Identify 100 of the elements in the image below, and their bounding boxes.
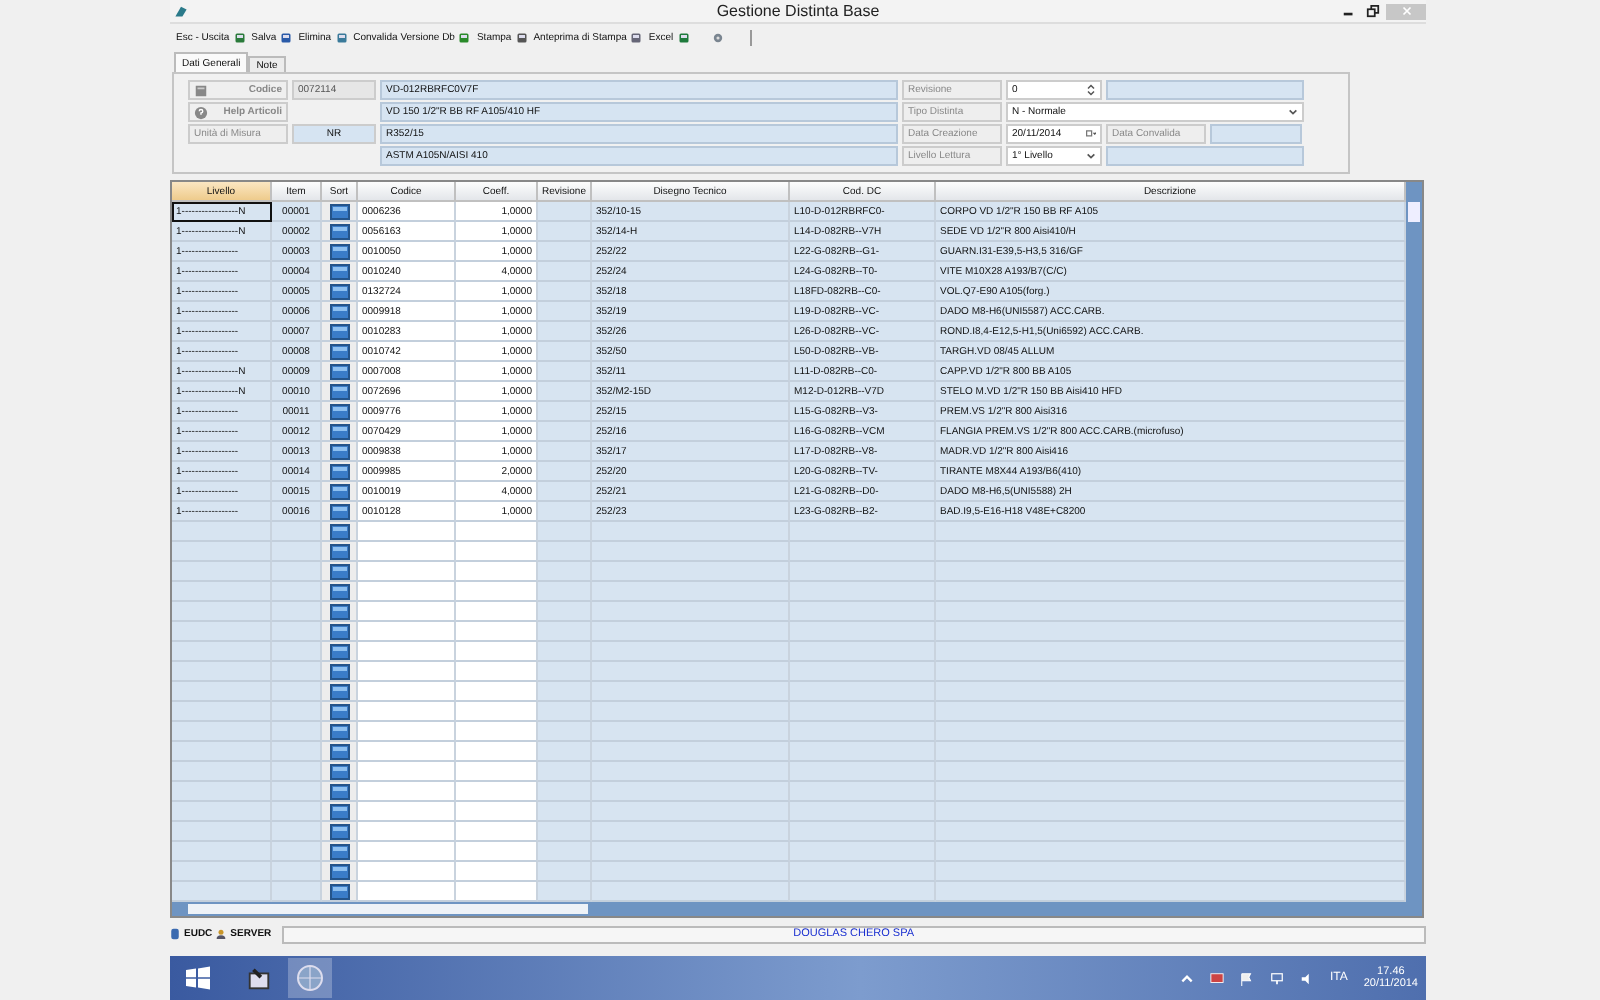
sort-icon[interactable] (329, 523, 349, 539)
sort-icon[interactable] (329, 803, 349, 819)
network-icon[interactable] (1269, 971, 1284, 985)
table-cell (538, 482, 592, 502)
table-cell (538, 382, 592, 402)
table-cell (538, 582, 592, 602)
monitor-icon[interactable] (1209, 971, 1224, 985)
toolbar-icon (677, 32, 690, 44)
sort-icon[interactable] (329, 483, 349, 499)
table-cell (456, 742, 538, 762)
table-cell (456, 862, 538, 882)
table-cell (172, 702, 272, 722)
horizontal-scrollbar[interactable] (172, 902, 1422, 916)
table-cell (456, 562, 538, 582)
table-cell (172, 562, 272, 582)
input-field[interactable] (1106, 80, 1304, 100)
input-field[interactable] (1210, 124, 1302, 144)
sort-icon[interactable] (329, 303, 349, 319)
sort-icon[interactable] (329, 703, 349, 719)
sort-icon[interactable] (329, 463, 349, 479)
sort-icon[interactable] (329, 283, 349, 299)
sort-icon[interactable] (329, 543, 349, 559)
table-cell (538, 682, 592, 702)
sort-icon[interactable] (329, 683, 349, 699)
table-cell (456, 802, 538, 822)
volume-icon[interactable] (1299, 971, 1314, 985)
sort-icon[interactable] (329, 263, 349, 279)
table-cell (172, 802, 272, 822)
table-cell (538, 322, 592, 342)
app-icon (174, 4, 188, 18)
spinner-arrows-icon (1086, 84, 1096, 96)
sort-icon[interactable] (329, 783, 349, 799)
sort-icon[interactable] (329, 203, 349, 219)
table-cell (538, 762, 592, 782)
table-cell (456, 622, 538, 642)
sort-icon[interactable] (329, 243, 349, 259)
table-cell (538, 222, 592, 242)
sort-icon[interactable] (329, 403, 349, 419)
table-cell (456, 842, 538, 862)
table-cell (172, 782, 272, 802)
toolbar-icon (280, 32, 293, 44)
toolbar-icon (233, 32, 246, 44)
sort-icon[interactable] (329, 323, 349, 339)
table-cell (456, 602, 538, 622)
sort-icon[interactable] (329, 363, 349, 379)
table-cell (172, 742, 272, 762)
table-cell (538, 442, 592, 462)
table-cell (538, 262, 592, 282)
table-cell (456, 542, 538, 562)
app-icon[interactable] (246, 965, 272, 991)
sort-icon[interactable] (329, 603, 349, 619)
table-cell (538, 542, 592, 562)
table-cell (538, 282, 592, 302)
table-cell (456, 882, 538, 902)
table-cell (172, 762, 272, 782)
table-cell (538, 862, 592, 882)
document-icon (194, 83, 208, 97)
table-cell (538, 642, 592, 662)
sort-icon[interactable] (329, 723, 349, 739)
sort-icon[interactable] (329, 563, 349, 579)
table-cell (538, 742, 592, 762)
flag-icon[interactable] (1239, 971, 1254, 985)
windows-icon[interactable] (186, 966, 210, 990)
settings-icon[interactable] (711, 32, 724, 44)
sort-icon[interactable] (329, 623, 349, 639)
sort-icon[interactable] (329, 583, 349, 599)
table-cell (172, 722, 272, 742)
sort-icon[interactable] (329, 643, 349, 659)
sort-icon[interactable] (329, 443, 349, 459)
table-cell (538, 622, 592, 642)
sort-icon[interactable] (329, 663, 349, 679)
sort-icon[interactable] (329, 383, 349, 399)
sort-icon[interactable] (329, 503, 349, 519)
app-button[interactable] (288, 958, 332, 998)
chevron-down-icon (1288, 106, 1298, 118)
table-cell (172, 522, 272, 542)
sort-icon[interactable] (329, 763, 349, 779)
table-cell (456, 762, 538, 782)
vertical-scrollbar[interactable] (1406, 182, 1422, 902)
table-cell (538, 562, 592, 582)
sort-icon[interactable] (329, 823, 349, 839)
table-cell (456, 822, 538, 842)
table-cell (538, 242, 592, 262)
table-cell (538, 702, 592, 722)
globe-icon (296, 964, 324, 992)
sort-icon[interactable] (329, 843, 349, 859)
input-field[interactable] (1106, 146, 1304, 166)
sort-icon[interactable] (329, 223, 349, 239)
sort-icon[interactable] (329, 743, 349, 759)
user-icon (216, 928, 227, 940)
sort-icon[interactable] (329, 343, 349, 359)
table-cell (538, 462, 592, 482)
table-cell (538, 522, 592, 542)
toolbar-icon (335, 32, 348, 44)
sort-icon[interactable] (329, 883, 349, 899)
sort-icon[interactable] (329, 863, 349, 879)
restore-icon[interactable] (1362, 3, 1382, 19)
table-cell (456, 522, 538, 542)
toolbar-icon (515, 32, 528, 44)
sort-icon[interactable] (329, 423, 349, 439)
